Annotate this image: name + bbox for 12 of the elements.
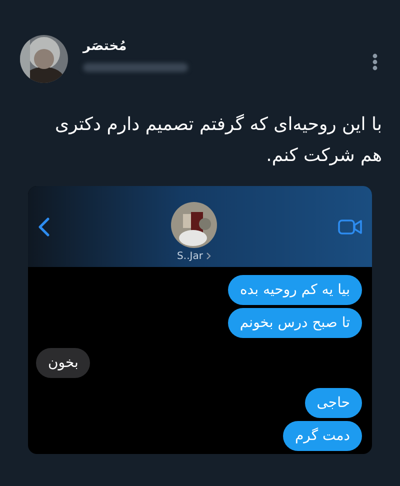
contact-name[interactable]: S..Jar: [177, 250, 203, 262]
message-bubble: تا صبح درس بخونم: [228, 308, 362, 338]
message-bubble: دمت گرم: [283, 421, 362, 451]
author-name[interactable]: مُختصَر: [83, 39, 127, 54]
message-bubble: بیا یه کم روحیه بده: [228, 275, 362, 305]
video-camera-icon[interactable]: [338, 218, 362, 234]
chevron-icon: [206, 252, 211, 260]
message-bubble: حاجی: [304, 388, 362, 418]
back-icon[interactable]: [38, 216, 50, 236]
more-icon[interactable]: [372, 53, 378, 71]
message-bubble: بخون: [36, 348, 90, 378]
tweet-text: با این روحیه‌ای که گرفتم تصمیم دارم دکتری هم شرکت کنم.: [54, 113, 382, 168]
